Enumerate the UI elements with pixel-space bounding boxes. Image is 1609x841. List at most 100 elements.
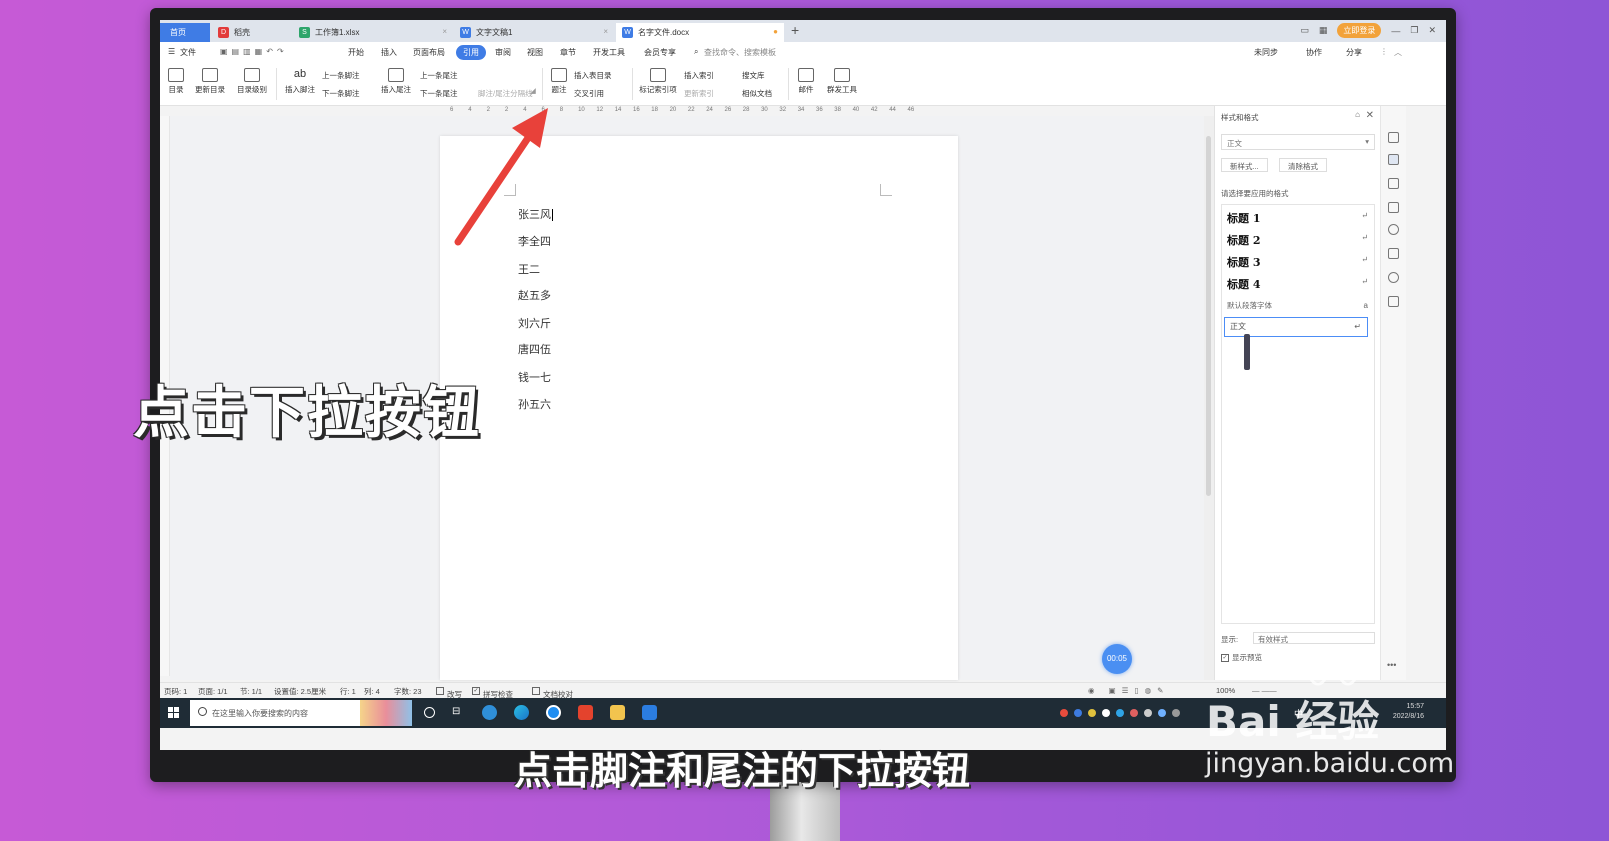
- document-line[interactable]: 钱一七: [518, 369, 551, 385]
- update-toc-button[interactable]: 更新目录: [192, 68, 228, 95]
- task-view-icon[interactable]: ⊟: [452, 706, 460, 717]
- tab-home[interactable]: 首页: [160, 23, 210, 42]
- restore-icon[interactable]: ❐: [1410, 25, 1418, 36]
- menu-file[interactable]: 文件: [180, 47, 196, 58]
- overwrite-toggle[interactable]: 改写: [436, 686, 462, 699]
- review-icon[interactable]: [1388, 296, 1399, 307]
- menu-references[interactable]: 引用: [456, 45, 486, 60]
- taskbar-clock[interactable]: 15:57 2022/8/16: [1393, 702, 1424, 722]
- menu-dev-tools[interactable]: 开发工具: [593, 47, 625, 58]
- status-setting[interactable]: 设置值: 2.5厘米: [274, 686, 326, 697]
- tab-doc1[interactable]: W 文字文稿1 ×: [454, 23, 614, 42]
- menu-view[interactable]: 视图: [527, 47, 543, 58]
- cursor-icon[interactable]: [1388, 178, 1399, 189]
- mark-index-button[interactable]: 标记索引项: [638, 68, 678, 95]
- style-tool-icon[interactable]: [1388, 132, 1399, 143]
- document-line[interactable]: 孙五六: [518, 396, 551, 412]
- status-words[interactable]: 字数: 23: [394, 686, 422, 697]
- similar-docs-button[interactable]: 相似文档: [742, 88, 772, 99]
- collaborate-button[interactable]: 协作: [1306, 47, 1322, 58]
- login-button[interactable]: 立即登录: [1337, 23, 1382, 38]
- document-line[interactable]: 赵五多: [518, 287, 551, 303]
- horizontal-ruler[interactable]: 6 4 2 2 4 6 8 10 12 14 16 18 20 22 24 26 28 30 32 34 36 38 40 4…: [160, 106, 1204, 116]
- style-default-font[interactable]: 默认段落字体 a: [1222, 297, 1374, 317]
- tray-app-icon[interactable]: [1130, 709, 1138, 717]
- close-icon[interactable]: ×: [603, 27, 608, 36]
- tray-weibo-icon[interactable]: [1060, 709, 1068, 717]
- tray-app-icon[interactable]: [1088, 709, 1096, 717]
- tray-qq-icon[interactable]: [1116, 709, 1124, 717]
- layout-icon[interactable]: ▭: [1300, 25, 1309, 36]
- toc-button[interactable]: 目录: [164, 68, 188, 95]
- document-line[interactable]: 刘六斤: [518, 315, 551, 331]
- tray-app-icon[interactable]: [1172, 709, 1180, 717]
- footnote-separator-button[interactable]: 脚注/尾注分隔线: [478, 88, 533, 99]
- tray-tiktok-icon[interactable]: [1102, 709, 1110, 717]
- new-tab-button[interactable]: +: [791, 22, 799, 38]
- grid-icon[interactable]: ▦: [1319, 25, 1328, 36]
- document-line[interactable]: 王二: [518, 261, 540, 277]
- document-page[interactable]: 张三风 李全四 王二 赵五多 刘六斤 唐四伍 钱一七 孙五六: [440, 136, 958, 680]
- hamburger-icon[interactable]: ☰: [168, 47, 175, 56]
- edge-icon[interactable]: [514, 705, 529, 720]
- file-explorer-icon[interactable]: [610, 705, 625, 720]
- tray-app-icon[interactable]: [1158, 709, 1166, 717]
- caption-button[interactable]: 题注: [548, 68, 570, 95]
- mail-button[interactable]: 邮件: [794, 68, 818, 95]
- browser-icon[interactable]: [482, 705, 497, 720]
- search-library-button[interactable]: 搜文库: [742, 70, 765, 81]
- menu-page-layout[interactable]: 页面布局: [413, 47, 445, 58]
- tab-workbook[interactable]: S 工作簿1.xlsx ×: [293, 23, 453, 42]
- update-index-button[interactable]: 更新索引: [684, 88, 714, 99]
- quick-access-icons[interactable]: ▣▤▥▦↶↷: [220, 47, 288, 56]
- cortana-icon[interactable]: [424, 707, 435, 718]
- sliders-icon[interactable]: [1388, 202, 1399, 213]
- menu-chapter[interactable]: 章节: [560, 47, 576, 58]
- compass-icon[interactable]: [1388, 272, 1399, 283]
- menu-insert[interactable]: 插入: [381, 47, 397, 58]
- tab-name-file[interactable]: W 名字文件.docx ●: [616, 23, 784, 42]
- document-line[interactable]: 张三风: [518, 206, 553, 222]
- menu-member[interactable]: 会员专享: [644, 47, 676, 58]
- prev-endnote-button[interactable]: 上一条尾注: [420, 70, 458, 81]
- collapse-ribbon-icon[interactable]: ︿: [1394, 47, 1402, 58]
- style-heading-1[interactable]: 标题 1 ↵: [1222, 207, 1374, 227]
- insert-table-toc-button[interactable]: 插入表目录: [574, 70, 612, 81]
- style-heading-3[interactable]: 标题 3 ↵: [1222, 251, 1374, 271]
- cloud-icon[interactable]: [1388, 248, 1399, 259]
- panel-close-icon[interactable]: ✕: [1366, 110, 1374, 121]
- document-line[interactable]: 李全四: [518, 233, 551, 249]
- clear-format-button[interactable]: 清除格式: [1279, 158, 1327, 172]
- show-preview-checkbox[interactable]: ✓ 显示预览: [1221, 652, 1262, 663]
- sogou-icon[interactable]: [546, 705, 561, 720]
- menu-home[interactable]: 开始: [348, 47, 364, 58]
- share-button[interactable]: 分享: [1346, 47, 1362, 58]
- media-player-icon[interactable]: [642, 705, 657, 720]
- minimize-icon[interactable]: —: [1391, 26, 1400, 36]
- current-style-select[interactable]: 正文 ▾: [1221, 134, 1375, 150]
- insert-index-button[interactable]: 插入索引: [684, 70, 714, 81]
- next-footnote-button[interactable]: 下一条脚注: [322, 88, 360, 99]
- document-scrollbar[interactable]: [1204, 116, 1214, 680]
- windows-start-icon[interactable]: [168, 707, 180, 719]
- close-icon[interactable]: ×: [442, 27, 447, 36]
- help-icon[interactable]: [1388, 224, 1399, 235]
- more-icon[interactable]: •••: [1387, 660, 1396, 670]
- style-heading-4[interactable]: 标题 4 ↵: [1222, 273, 1374, 293]
- tray-app-icon[interactable]: [1144, 709, 1152, 717]
- view-mode-icons[interactable]: ◉ ▣☰▯◍✎: [1088, 686, 1169, 695]
- taskbar-search[interactable]: 在这里输入你要搜索的内容: [190, 700, 412, 726]
- menu-review[interactable]: 审阅: [495, 47, 511, 58]
- footnote-dropdown-arrow[interactable]: ◢: [530, 86, 536, 95]
- sync-status[interactable]: 未同步: [1254, 47, 1278, 58]
- cross-reference-button[interactable]: 交叉引用: [574, 88, 604, 99]
- tab-docer[interactable]: D 稻壳: [212, 23, 292, 42]
- unsaved-dot-icon[interactable]: ●: [773, 27, 778, 36]
- scroll-thumb[interactable]: [1206, 136, 1211, 496]
- proofread-button[interactable]: 文档校对: [532, 686, 573, 699]
- insert-footnote-button[interactable]: ab 插入脚注: [282, 68, 318, 95]
- command-search[interactable]: 查找命令、搜索模板: [704, 47, 776, 58]
- wps-icon[interactable]: [578, 705, 593, 720]
- show-select[interactable]: 有效样式: [1253, 632, 1375, 644]
- toc-level-button[interactable]: 目录级别: [232, 68, 272, 95]
